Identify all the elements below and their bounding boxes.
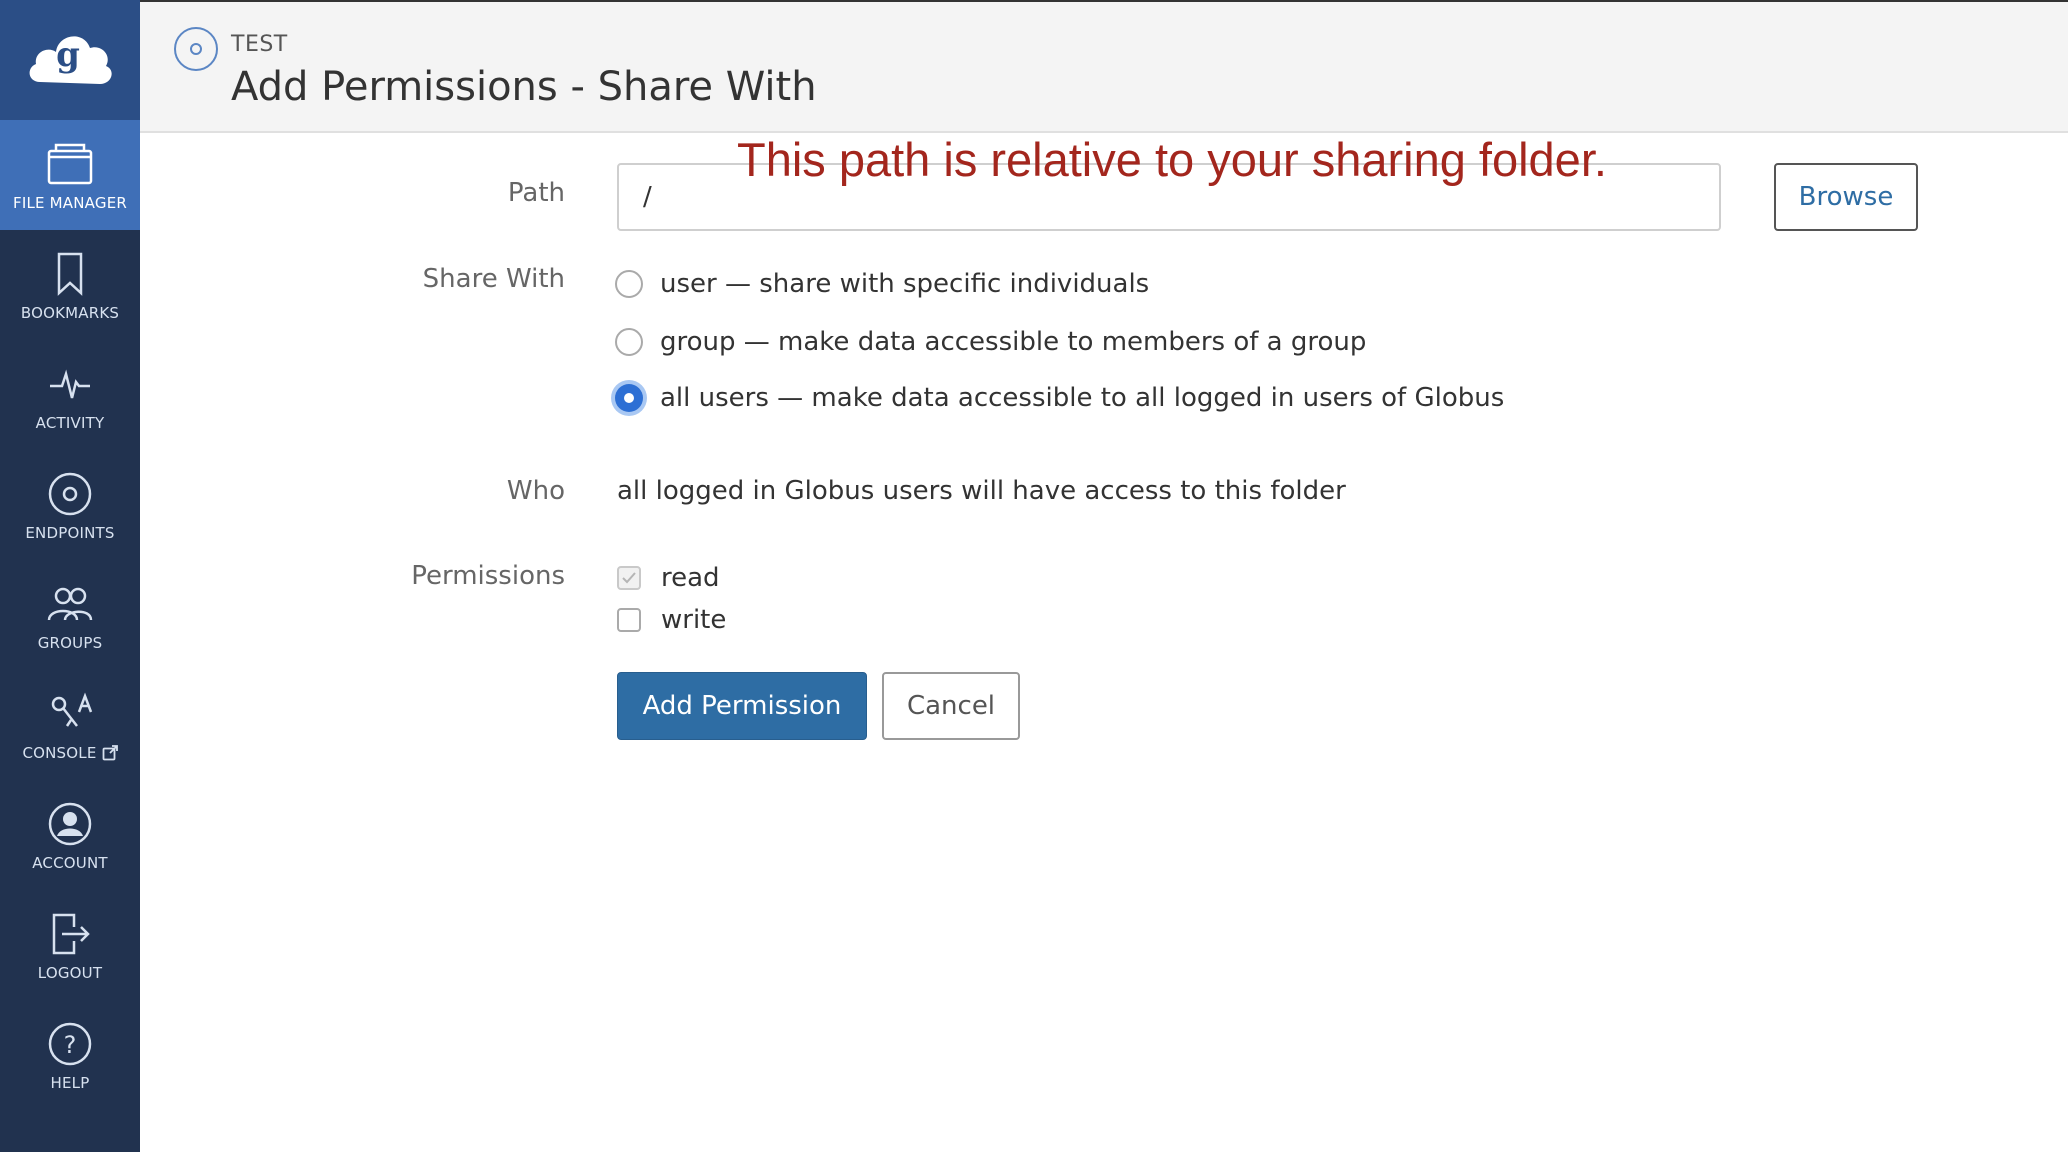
- svg-text:?: ?: [64, 1031, 77, 1059]
- who-label: Who: [506, 476, 565, 506]
- svg-text:g: g: [56, 35, 80, 75]
- radio-label: user — share with specific individuals: [660, 269, 1150, 299]
- sidebar-item-logout[interactable]: LOGOUT: [0, 890, 140, 1000]
- sidebar-item-label: GROUPS: [37, 634, 103, 652]
- sidebar-item-file-manager[interactable]: FILE MANAGER: [0, 120, 140, 230]
- share-with-label: Share With: [422, 264, 565, 294]
- bookmark-icon: [44, 248, 96, 300]
- console-label: CONSOLE: [22, 744, 97, 762]
- share-with-user-option[interactable]: user — share with specific individuals: [615, 264, 1149, 304]
- sidebar-item-label: HELP: [50, 1074, 90, 1092]
- add-permission-button[interactable]: Add Permission: [617, 672, 867, 740]
- sidebar-item-label: CONSOLE: [22, 744, 118, 762]
- path-label: Path: [507, 178, 565, 208]
- permission-read-option: read: [617, 560, 720, 596]
- radio-button[interactable]: [615, 270, 643, 298]
- sidebar-item-help[interactable]: ? HELP: [0, 1000, 140, 1110]
- browse-button[interactable]: Browse: [1774, 163, 1918, 231]
- external-link-icon: [102, 745, 118, 761]
- checkmark-icon: [622, 572, 636, 584]
- sidebar-item-bookmarks[interactable]: BOOKMARKS: [0, 230, 140, 340]
- sidebar-item-label: ACCOUNT: [32, 854, 108, 872]
- page-title: Add Permissions - Share With: [231, 64, 817, 110]
- sidebar-item-endpoints[interactable]: ENDPOINTS: [0, 450, 140, 560]
- groups-icon: [44, 578, 96, 630]
- endpoint-name: TEST: [231, 32, 288, 57]
- sidebar-item-activity[interactable]: ACTIVITY: [0, 340, 140, 450]
- sidebar-item-label: BOOKMARKS: [20, 304, 120, 322]
- share-with-all-users-option[interactable]: all users — make data accessible to all …: [615, 378, 1504, 418]
- endpoint-icon: [44, 468, 96, 520]
- folder-icon: [44, 138, 96, 190]
- radio-label: all users — make data accessible to all …: [660, 383, 1505, 413]
- permission-write-option[interactable]: write: [617, 602, 726, 638]
- app-window: g FILE MANAGER BOOKMARKS ACTIVITY ENDPOI…: [0, 0, 2068, 1152]
- account-icon: [44, 798, 96, 850]
- page-header: TEST Add Permissions - Share With: [140, 0, 2068, 133]
- activity-pulse-icon: [44, 358, 96, 410]
- help-icon: ?: [44, 1018, 96, 1070]
- write-checkbox[interactable]: [617, 608, 641, 632]
- sidebar-item-console[interactable]: CONSOLE: [0, 670, 140, 780]
- console-icon: [44, 688, 96, 740]
- read-checkbox: [617, 566, 641, 590]
- radio-label: group — make data accessible to members …: [660, 327, 1367, 357]
- sidebar-item-label: ENDPOINTS: [25, 524, 115, 542]
- checkbox-label: read: [661, 563, 720, 593]
- share-with-group-option[interactable]: group — make data accessible to members …: [615, 322, 1366, 362]
- endpoint-icon: [174, 27, 218, 71]
- who-description: all logged in Globus users will have acc…: [617, 476, 1346, 506]
- cancel-button[interactable]: Cancel: [882, 672, 1020, 740]
- radio-button[interactable]: [615, 328, 643, 356]
- sidebar-item-groups[interactable]: GROUPS: [0, 560, 140, 670]
- radio-button-selected[interactable]: [615, 384, 643, 412]
- sidebar-item-label: ACTIVITY: [35, 414, 105, 432]
- permissions-label: Permissions: [411, 561, 565, 591]
- sidebar-item-label: FILE MANAGER: [13, 194, 127, 212]
- sidebar: g FILE MANAGER BOOKMARKS ACTIVITY ENDPOI…: [0, 0, 140, 1152]
- globus-logo[interactable]: g: [0, 0, 140, 120]
- path-annotation: This path is relative to your sharing fo…: [737, 133, 1607, 186]
- checkbox-label: write: [661, 605, 727, 635]
- sidebar-item-label: LOGOUT: [37, 964, 103, 982]
- sidebar-item-account[interactable]: ACCOUNT: [0, 780, 140, 890]
- globus-cloud-logo-icon: g: [29, 35, 112, 84]
- logout-icon: [44, 908, 96, 960]
